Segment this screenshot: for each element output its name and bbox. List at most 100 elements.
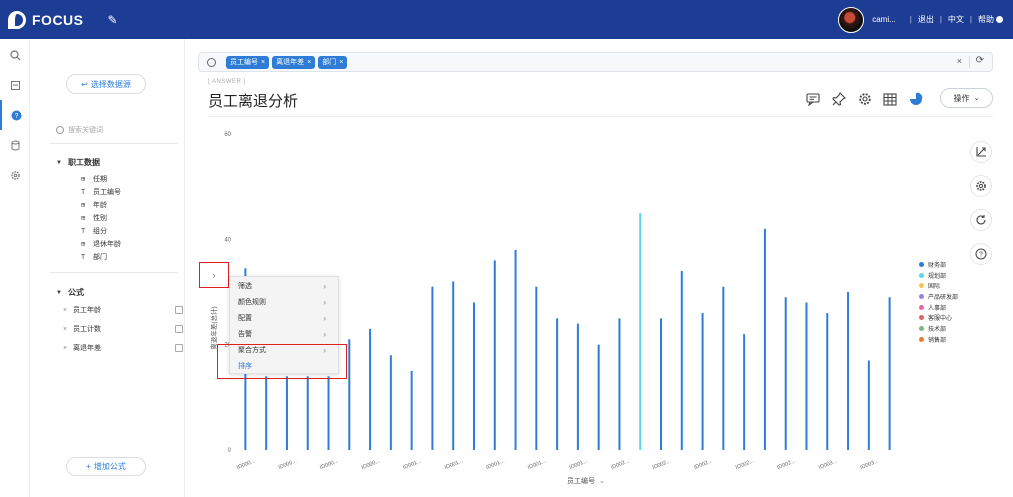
chart-bar[interactable] [306,376,309,450]
legend-item[interactable]: 国际 [919,280,958,291]
chart-bar[interactable] [431,286,434,450]
chart-bar[interactable] [410,371,413,450]
chart-bar[interactable] [472,302,475,450]
chevron-down-icon[interactable]: ⌄ [599,477,605,485]
help-icon[interactable]: ? [970,243,992,265]
legend-item[interactable]: 客服中心 [919,312,958,323]
chart-bar[interactable] [763,228,766,450]
field-item[interactable]: T 组分 [81,225,107,237]
keyword-search-input[interactable]: 搜索关键词 [56,125,103,135]
chart-bar[interactable] [639,213,642,450]
bookmark-icon[interactable] [0,70,30,100]
menu-item-alert[interactable]: 告警 › [230,326,338,342]
search-tag[interactable]: 员工编号 × [226,55,270,69]
chart-bar[interactable] [514,249,517,450]
help-link[interactable]: 帮助 [978,14,994,25]
bars[interactable] [244,213,891,450]
search-tag[interactable]: 离退年差 × [272,55,316,69]
select-source-button[interactable]: ↩ 选择数据源 [66,74,146,94]
menu-item-color-rules[interactable]: 颜色规则 › [230,294,338,310]
table-icon[interactable] [882,91,898,107]
help-icon[interactable] [996,16,1003,23]
chart-bar[interactable] [327,376,330,450]
menu-toggle-button[interactable]: › [199,262,229,288]
formula-item[interactable]: × 员工计数 [63,323,183,335]
close-icon[interactable]: × [261,59,265,66]
legend-item[interactable]: 财务部 [919,259,958,270]
close-icon[interactable]: × [339,59,343,66]
brand-logo[interactable]: FOCUS [8,10,84,29]
chart-bar[interactable] [784,297,787,450]
chart-bar[interactable] [847,292,850,450]
menu-item-filter[interactable]: 筛选 › [230,278,338,294]
legend-item[interactable]: 销售部 [919,334,958,345]
add-formula-button[interactable]: + 增加公式 [66,457,146,476]
pin-icon[interactable] [831,91,847,107]
edit-icon[interactable] [175,344,183,352]
group-employee-data[interactable]: ▼ 职工数据 [56,157,100,168]
field-item[interactable]: ⊞ 任期 [81,173,107,185]
language-link[interactable]: 中文 [948,14,964,25]
chart-bar[interactable] [348,339,351,450]
gear-icon[interactable] [970,175,992,197]
chart-bar[interactable] [576,323,579,450]
chart-bar[interactable] [597,344,600,450]
logout-link[interactable]: 退出 [918,14,934,25]
actions-dropdown[interactable]: 操作 ⌄ [940,88,993,108]
field-item[interactable]: ⊞ 性别 [81,212,107,224]
chart-bar[interactable] [618,318,621,450]
chart-bar[interactable] [805,302,808,450]
chart-bar[interactable] [535,286,538,450]
chart-bar[interactable] [826,313,829,450]
x-axis-label[interactable]: 员工编号 [567,476,595,485]
legend-item[interactable]: 规划部 [919,270,958,281]
chart-bar[interactable] [556,318,559,450]
chart-bar[interactable] [285,376,288,450]
field-item[interactable]: ⊞ 退休年龄 [81,238,121,250]
chart-bar[interactable] [660,318,663,450]
reset-icon[interactable] [970,209,992,231]
chart-bar[interactable] [493,260,496,450]
edit-icon[interactable]: ✎ [108,13,118,27]
database-icon[interactable] [0,130,30,160]
close-icon[interactable]: × [307,59,311,66]
avatar[interactable] [838,6,865,33]
remove-icon[interactable]: × [63,307,73,314]
chart-bar[interactable] [867,360,870,450]
field-item[interactable]: ⊞ 年龄 [81,199,107,211]
formula-item[interactable]: × 员工年龄 [63,304,183,316]
chart-bar[interactable] [389,355,392,450]
search-icon[interactable] [0,40,30,70]
settings-icon[interactable] [857,91,873,107]
remove-icon[interactable]: × [63,326,73,333]
edit-icon[interactable] [175,325,183,333]
group-formulas[interactable]: ▼ 公式 [56,287,84,298]
chart-bar[interactable] [743,334,746,450]
chart-bar[interactable] [452,281,455,450]
axis-icon[interactable] [970,141,992,163]
legend-item[interactable]: 产品研发部 [919,291,958,302]
legend-item[interactable]: 人事部 [919,302,958,313]
formula-item[interactable]: × 离退年差 [63,342,183,354]
refresh-icon[interactable]: ⟳ [976,55,984,66]
question-icon[interactable]: ? [0,100,30,130]
username[interactable]: cami... [872,15,896,24]
legend-item[interactable]: 技术部 [919,323,958,334]
gear-icon[interactable] [0,160,30,190]
clear-icon[interactable]: × [957,56,962,66]
remove-icon[interactable]: × [63,345,73,352]
chart-bar[interactable] [369,328,372,450]
chart-bar[interactable] [722,286,725,450]
chart-bar[interactable] [680,270,683,450]
chart-bar[interactable] [701,313,704,450]
chart-bar[interactable] [888,297,891,450]
chart-bar[interactable] [265,376,268,450]
search-bar[interactable]: 员工编号 × 离退年差 × 部门 × × ⟳ [198,52,993,72]
menu-item-config[interactable]: 配置 › [230,310,338,326]
comment-icon[interactable] [805,91,821,107]
field-item[interactable]: T 员工编号 [81,186,121,198]
field-item[interactable]: T 部门 [81,251,107,263]
edit-icon[interactable] [175,306,183,314]
search-tag[interactable]: 部门 × [318,55,348,69]
chart-type-icon[interactable] [908,91,924,107]
